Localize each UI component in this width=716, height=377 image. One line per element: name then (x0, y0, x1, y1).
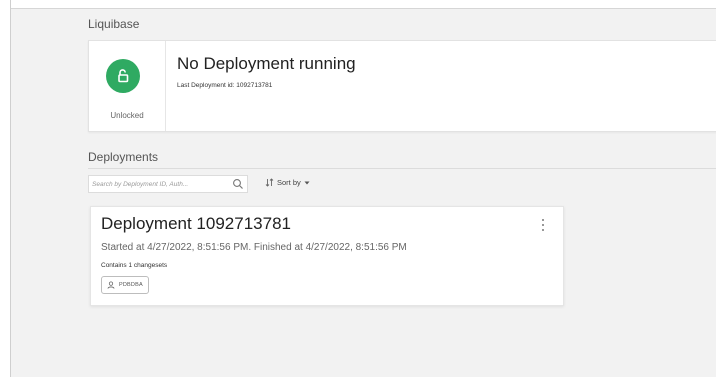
last-deployment-id: Last Deployment id: 1092713781 (177, 82, 273, 89)
section-divider (88, 168, 716, 169)
search-input[interactable] (92, 176, 227, 192)
unlock-icon (106, 59, 140, 93)
sort-by-label: Sort by (277, 178, 301, 187)
search-icon[interactable] (232, 177, 244, 191)
more-options-icon[interactable] (539, 217, 547, 233)
deployment-search-box[interactable] (88, 175, 248, 193)
user-icon (107, 281, 115, 289)
liquibase-section-title: Liquibase (88, 17, 140, 31)
deployment-status-panel: Unlocked No Deployment running Last Depl… (88, 40, 716, 132)
left-sidebar-edge (0, 0, 11, 377)
lock-status-label: Unlocked (110, 111, 144, 120)
lock-status-column: Unlocked (89, 41, 166, 131)
author-chip[interactable]: PDBDBA (101, 276, 149, 294)
author-name: PDBDBA (119, 282, 143, 288)
deployment-timing: Started at 4/27/2022, 8:51:56 PM. Finish… (101, 242, 407, 253)
deployments-section-title: Deployments (88, 150, 159, 164)
deployment-title: Deployment 1092713781 (101, 214, 291, 233)
deployment-status-title: No Deployment running (177, 54, 356, 73)
top-border (0, 0, 716, 9)
changeset-count: Contains 1 changesets (101, 262, 168, 269)
chevron-down-icon (304, 181, 310, 184)
sort-by-button[interactable]: Sort by (265, 178, 310, 187)
sort-icon (265, 178, 274, 187)
deployment-card[interactable]: Deployment 1092713781 Started at 4/27/20… (90, 206, 564, 306)
